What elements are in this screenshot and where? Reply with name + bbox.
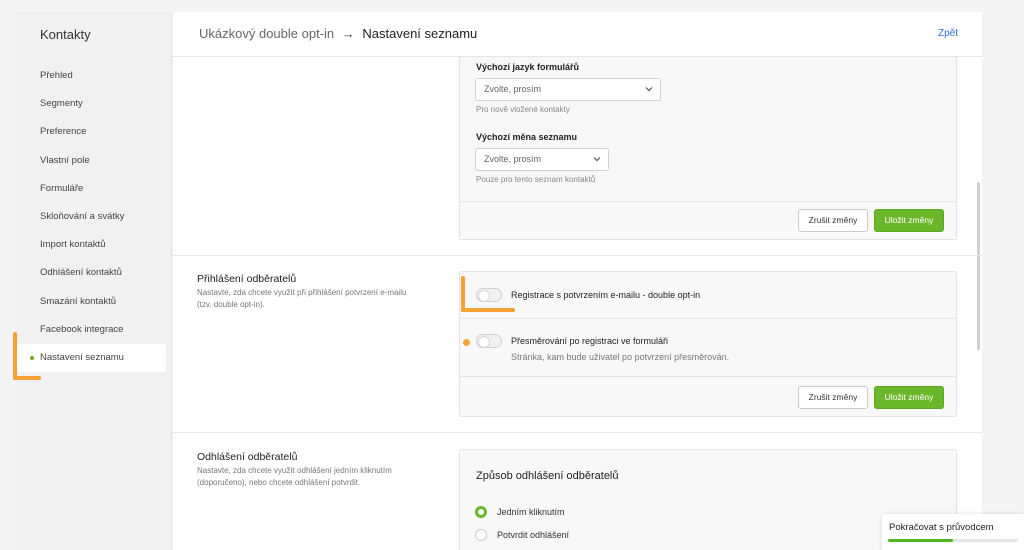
unsubscribe-section-description: Nastavte, zda chcete využít odhlášení je…	[197, 466, 392, 487]
currency-select[interactable]: Zvolte, prosím	[475, 148, 609, 171]
currency-hint: Pouze pro tento seznam kontaktů	[476, 175, 596, 184]
cancel-button[interactable]: Zrušit změny	[798, 386, 868, 409]
back-link[interactable]: Zpět	[938, 28, 958, 39]
section-divider	[173, 432, 982, 433]
redirect-toggle[interactable]	[476, 334, 502, 348]
sidebar-item-facebook[interactable]: Facebook integrace	[16, 316, 172, 344]
sidebar-nav: Přehled Segmenty Preference Vlastní pole…	[16, 62, 172, 373]
annotation-mark	[13, 376, 41, 380]
language-card: Výchozí jazyk formulářů Zvolte, prosím P…	[459, 48, 957, 240]
breadcrumb: Ukázkový double opt-in → Nastavení sezna…	[199, 26, 477, 41]
sidebar: Kontakty Přehled Segmenty Preference Vla…	[16, 12, 172, 550]
sidebar-item-label: Nastavení seznamu	[40, 351, 124, 363]
guide-widget[interactable]: Pokračovat s průvodcem	[882, 514, 1024, 550]
annotation-mark	[13, 332, 17, 380]
sidebar-item-smazani[interactable]: Smazání kontaktů	[16, 288, 172, 316]
unsubscribe-section-title: Odhlášení odběratelů	[197, 451, 298, 463]
radio-confirm-label: Potvrdit odhlášení	[497, 530, 570, 540]
redirect-hint: Stránka, kam bude uživatel po potvrzení …	[511, 352, 730, 362]
sidebar-title: Kontakty	[40, 27, 91, 42]
guide-label: Pokračovat s průvodcem	[889, 522, 994, 533]
currency-label: Výchozí měna seznamu	[476, 132, 578, 142]
radio-confirm[interactable]	[475, 529, 487, 541]
breadcrumb-parent[interactable]: Ukázkový double opt-in	[199, 26, 334, 41]
chevron-down-icon	[645, 87, 653, 92]
sidebar-item-formulare[interactable]: Formuláře	[16, 175, 172, 203]
subscription-section-description: Nastavte, zda chcete využít při přihláše…	[197, 288, 407, 309]
sidebar-item-vlastni-pole[interactable]: Vlastní pole	[16, 147, 172, 175]
card-divider	[460, 201, 956, 202]
form-language-select[interactable]: Zvolte, prosím	[475, 78, 661, 101]
currency-value: Zvolte, prosím	[484, 154, 542, 164]
main-panel: Ukázkový double opt-in → Nastavení sezna…	[173, 12, 982, 550]
breadcrumb-arrow-icon: →	[341, 26, 355, 41]
card-divider	[460, 318, 956, 319]
section-divider	[173, 255, 982, 256]
sidebar-item-preference[interactable]: Preference	[16, 118, 172, 146]
redirect-label: Přesměrování po registraci ve formuláři	[511, 336, 669, 346]
sidebar-item-import[interactable]: Import kontaktů	[16, 231, 172, 259]
page-title: Nastavení seznamu	[362, 26, 478, 41]
radio-one-click-label: Jedním kliknutím	[497, 507, 565, 517]
subscription-section-title: Přihlášení odběratelů	[197, 273, 297, 285]
annotation-mark	[461, 308, 515, 312]
guide-progress-bar	[888, 539, 1018, 542]
radio-one-click[interactable]	[475, 506, 487, 518]
annotation-dot	[463, 339, 470, 346]
form-language-value: Zvolte, prosím	[484, 84, 542, 94]
scrollbar-thumb[interactable]	[977, 182, 980, 350]
sidebar-item-sklonovani[interactable]: Skloňování a svátky	[16, 203, 172, 231]
unsubscribe-card-title: Způsob odhlášení odběratelů	[476, 470, 619, 482]
save-button[interactable]: Uložit změny	[874, 386, 944, 409]
header: Ukázkový double opt-in → Nastavení sezna…	[173, 12, 982, 57]
form-language-hint: Pro nově vložené kontakty	[476, 105, 570, 114]
subscription-card: Registrace s potvrzením e-mailu - double…	[459, 271, 957, 417]
sidebar-item-prehled[interactable]: Přehled	[16, 62, 172, 90]
double-optin-label: Registrace s potvrzením e-mailu - double…	[511, 290, 701, 300]
save-button[interactable]: Uložit změny	[874, 209, 944, 232]
sidebar-item-segmenty[interactable]: Segmenty	[16, 90, 172, 118]
guide-progress-fill	[888, 539, 953, 542]
sidebar-item-odhlaseni[interactable]: Odhlášení kontaktů	[16, 259, 172, 287]
form-language-label: Výchozí jazyk formulářů	[476, 62, 580, 72]
cancel-button[interactable]: Zrušit změny	[798, 209, 868, 232]
active-indicator-dot	[30, 355, 34, 360]
sidebar-item-nastaveni-seznamu[interactable]: Nastavení seznamu	[16, 343, 166, 373]
card-divider	[460, 376, 956, 377]
annotation-mark	[461, 276, 465, 312]
double-optin-toggle[interactable]	[476, 288, 502, 302]
chevron-down-icon	[593, 157, 601, 162]
